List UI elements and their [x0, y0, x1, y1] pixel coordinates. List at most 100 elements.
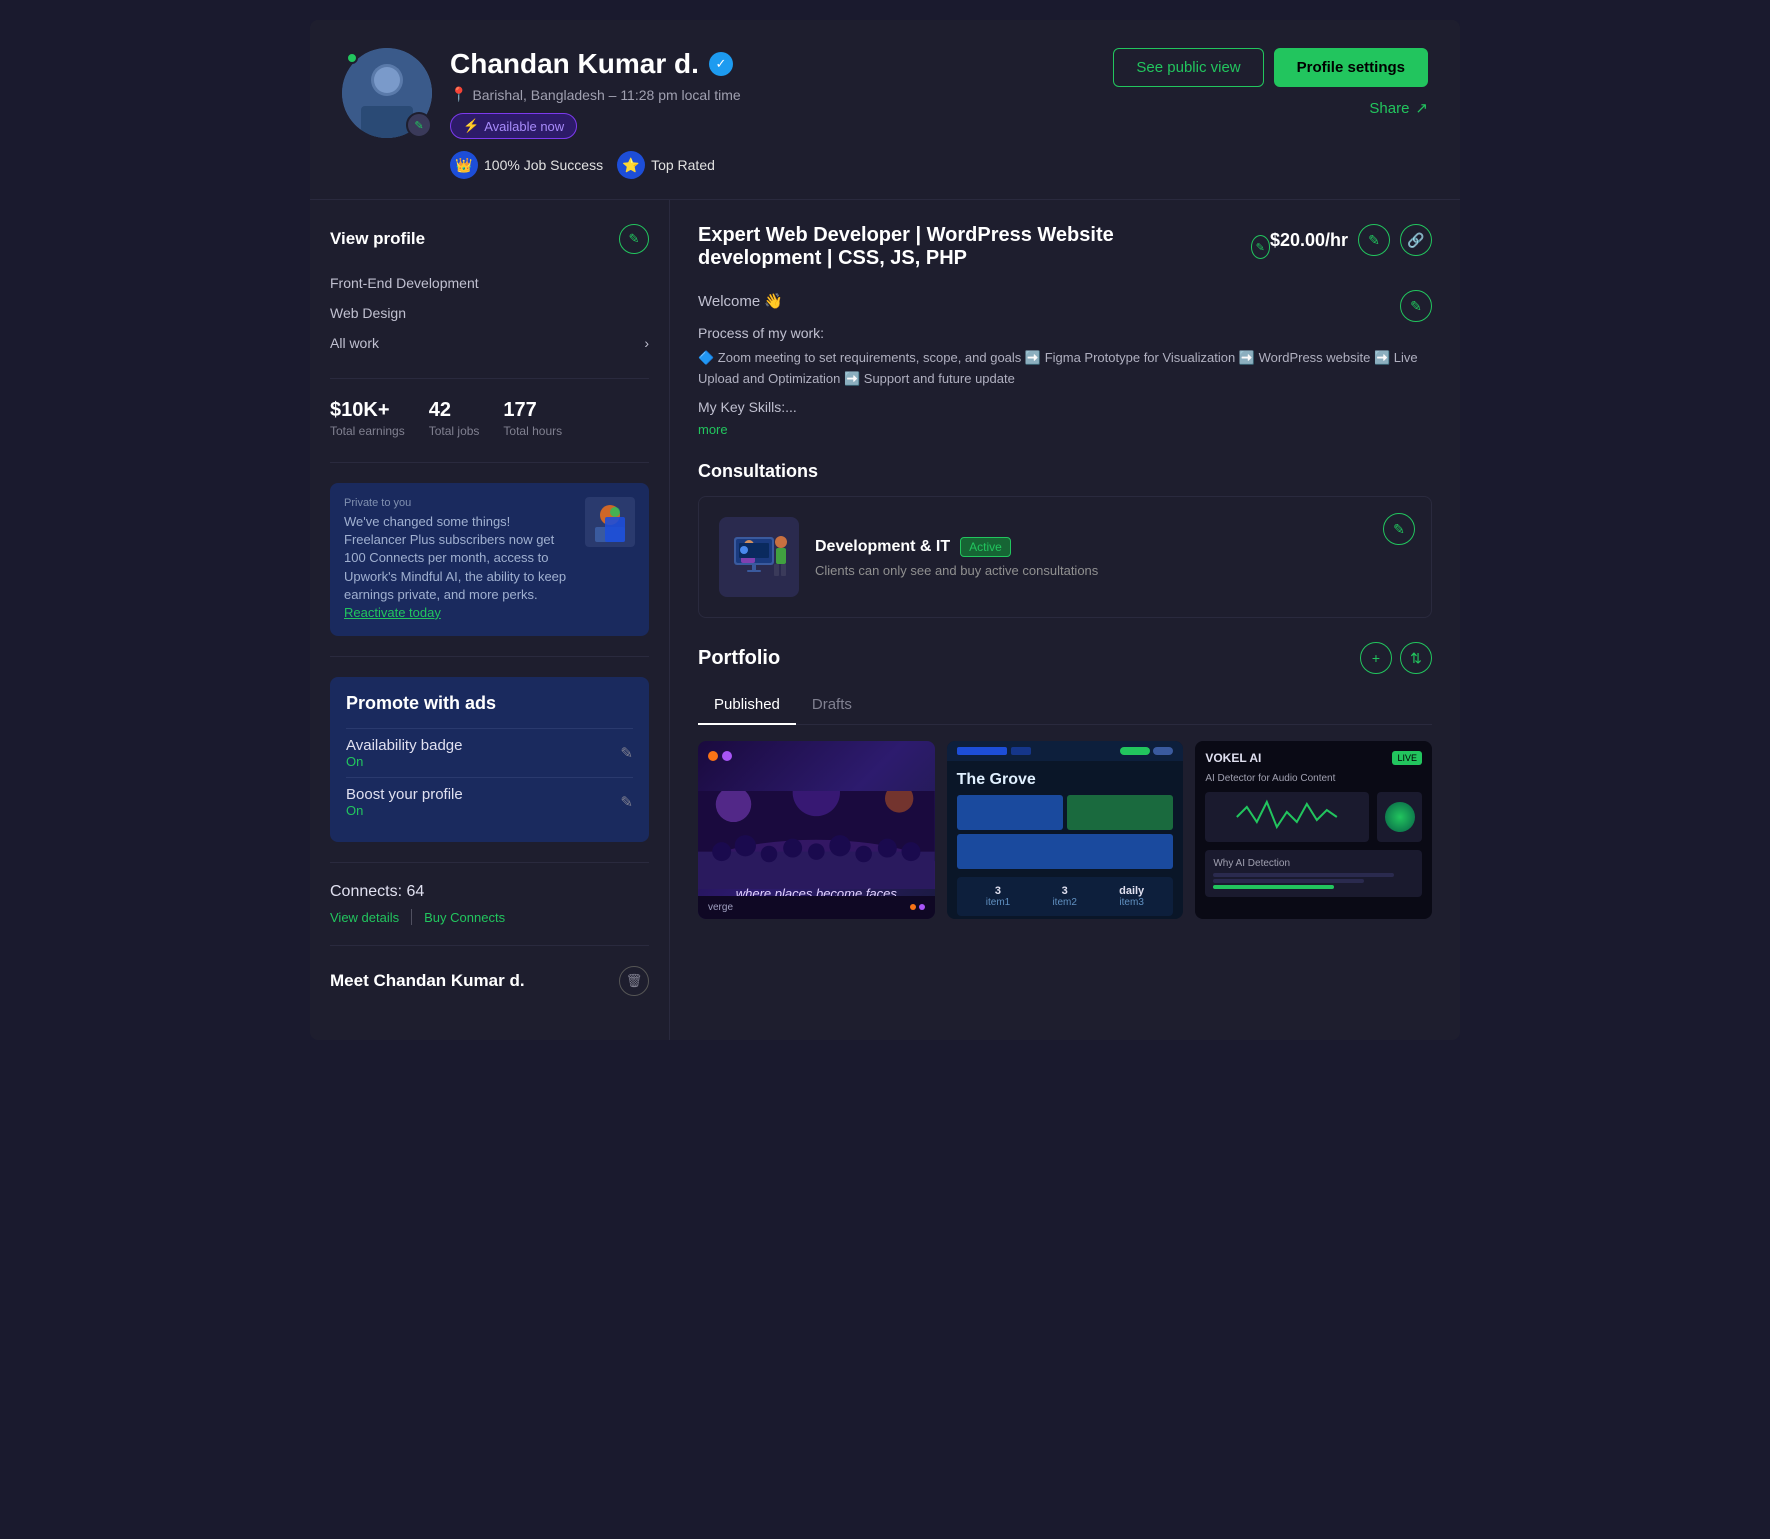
buy-connects-link[interactable]: Buy Connects — [424, 910, 505, 925]
portfolio-item-2[interactable]: The Grove 3item1 3item2 dailyitem — [947, 741, 1184, 919]
verge-url: verge — [708, 902, 733, 913]
bio-text: Welcome 👋 Process of my work: 🔷 Zoom mee… — [698, 290, 1432, 441]
sort-portfolio-button[interactable]: ⇅ — [1400, 642, 1432, 674]
portfolio-grid: where places become faces verge — [698, 741, 1432, 919]
edit-availability-badge-button[interactable]: ✎ — [620, 744, 633, 762]
vokel-bar-2 — [1213, 879, 1364, 883]
title-left: Expert Web Developer | WordPress Website… — [698, 224, 1270, 270]
bio-steps: 🔷 Zoom meeting to set requirements, scop… — [698, 348, 1432, 390]
portfolio-item-1[interactable]: where places become faces verge — [698, 741, 935, 918]
view-profile-title: View profile — [330, 229, 425, 249]
page-wrapper: ✎ Chandan Kumar d. ✓ 📍 Barishal, Banglad… — [310, 20, 1460, 1040]
purple-dot — [722, 751, 732, 761]
verified-badge: ✓ — [709, 52, 733, 76]
portfolio-tabs: Published Drafts — [698, 688, 1432, 725]
connects-count: Connects: 64 — [330, 883, 649, 901]
vokel-title: VOKEL AI — [1205, 751, 1261, 765]
jobs-label: Total jobs — [429, 424, 480, 438]
location-pin-icon: 📍 — [450, 86, 467, 103]
verge-dots — [910, 904, 925, 910]
copy-link-button[interactable]: 🔗 — [1400, 224, 1432, 256]
consultation-name-row: Development & IT Active — [815, 537, 1411, 557]
connects-divider — [411, 909, 412, 925]
portfolio-item-2-content: The Grove 3item1 3item2 dailyitem — [947, 761, 1184, 919]
vokel-bar-1 — [1213, 873, 1394, 877]
edit-rate-button[interactable]: ✎ — [1358, 224, 1390, 256]
title-right: $20.00/hr ✎ 🔗 — [1270, 224, 1432, 256]
private-notice-card: Private to you We've changed some things… — [330, 483, 649, 636]
share-button[interactable]: Share ↗ — [1369, 99, 1428, 117]
vokel-waveform — [1205, 792, 1369, 842]
top-rated-text: Top Rated — [651, 157, 715, 173]
edit-consultation-button[interactable]: ✎ — [1383, 513, 1415, 545]
grove-title: The Grove — [957, 771, 1174, 789]
consultation-card: Development & IT Active Clients can only… — [698, 496, 1432, 618]
share-icon: ↗ — [1415, 99, 1428, 117]
tab-published-label: Published — [714, 696, 780, 713]
vokel-why-bars — [1213, 873, 1414, 889]
connects-links: View details Buy Connects — [330, 909, 649, 925]
view-profile-header: View profile ✎ — [330, 224, 649, 254]
edit-boost-profile-button[interactable]: ✎ — [620, 793, 633, 811]
portfolio-item-3[interactable]: VOKEL AI LIVE AI Detector for Audio Cont… — [1195, 741, 1432, 919]
jobs-stat: 42 Total jobs — [429, 399, 480, 438]
earnings-label: Total earnings — [330, 424, 405, 438]
badges-row: 👑 100% Job Success ⭐ Top Rated — [450, 151, 741, 179]
edit-bio-button[interactable]: ✎ — [1400, 290, 1432, 322]
profile-title: Expert Web Developer | WordPress Website… — [698, 224, 1270, 270]
tab-published[interactable]: Published — [698, 688, 796, 725]
vokel-why-label: Why AI Detection — [1213, 858, 1414, 869]
profile-link-frontend[interactable]: Front-End Development — [330, 268, 649, 298]
private-body: We've changed some things! Freelancer Pl… — [344, 513, 575, 622]
crown-icon: 👑 — [450, 151, 478, 179]
top-rated-badge: ⭐ Top Rated — [617, 151, 715, 179]
promote-section: Promote with ads Availability badge On ✎… — [330, 677, 649, 863]
edit-profile-button[interactable]: ✎ — [619, 224, 649, 254]
earnings-stat: $10K+ Total earnings — [330, 399, 405, 438]
availability-badge-label: Availability badge — [346, 737, 462, 754]
promote-card: Promote with ads Availability badge On ✎… — [330, 677, 649, 842]
bio-section: ✎ Welcome 👋 Process of my work: 🔷 Zoom m… — [698, 290, 1432, 441]
sidebar: View profile ✎ Front-End Development Web… — [310, 200, 670, 1040]
jobs-value: 42 — [429, 399, 480, 422]
boost-profile-info: Boost your profile On — [346, 786, 463, 818]
vokel-ui-row — [1205, 792, 1422, 842]
consultation-info: Development & IT Active Clients can only… — [815, 537, 1411, 578]
job-success-badge: 👑 100% Job Success — [450, 151, 603, 179]
tab-drafts[interactable]: Drafts — [796, 688, 868, 725]
grove-stat-3: dailyitem3 — [1119, 885, 1144, 908]
all-work-link[interactable]: All work › — [330, 328, 649, 358]
chevron-right-icon: › — [644, 335, 649, 351]
bio-welcome: Welcome 👋 — [698, 290, 1432, 314]
delete-meet-button[interactable]: 🗑 — [619, 966, 649, 996]
grove-images — [957, 795, 1174, 869]
portfolio-item-1-dots — [708, 751, 732, 761]
consultation-visual — [719, 517, 799, 597]
location-text: Barishal, Bangladesh – 11:28 pm local ti… — [472, 87, 740, 103]
consultations-title: Consultations — [698, 461, 1432, 482]
vokel-description: AI Detector for Audio Content — [1205, 773, 1422, 784]
profile-header: ✎ Chandan Kumar d. ✓ 📍 Barishal, Banglad… — [310, 20, 1460, 200]
availability-badge[interactable]: ⚡ Available now — [450, 113, 577, 139]
consultation-name: Development & IT — [815, 538, 950, 556]
grove-image-3 — [957, 834, 1174, 869]
hours-stat: 177 Total hours — [503, 399, 562, 438]
profile-link-webdesign[interactable]: Web Design — [330, 298, 649, 328]
portfolio-item-2-header — [947, 741, 1184, 761]
reactivate-link[interactable]: Reactivate today — [344, 605, 441, 620]
stats-section: $10K+ Total earnings 42 Total jobs 177 T… — [330, 399, 649, 463]
header-left: ✎ Chandan Kumar d. ✓ 📍 Barishal, Banglad… — [342, 48, 741, 179]
edit-title-inline-button[interactable]: ✎ — [1251, 235, 1270, 259]
grove-stat-1: 3item1 — [986, 885, 1010, 908]
availability-text: Available now — [484, 119, 564, 134]
add-portfolio-button[interactable]: + — [1360, 642, 1392, 674]
view-details-link[interactable]: View details — [330, 910, 399, 925]
bio-more-link[interactable]: more — [698, 422, 728, 437]
edit-avatar-button[interactable]: ✎ — [406, 112, 432, 138]
share-label: Share — [1369, 100, 1409, 117]
portfolio-item-3-header: VOKEL AI LIVE — [1205, 751, 1422, 765]
see-public-view-button[interactable]: See public view — [1113, 48, 1263, 87]
all-work-label: All work — [330, 335, 379, 351]
profile-settings-button[interactable]: Profile settings — [1274, 48, 1428, 87]
orange-dot — [708, 751, 718, 761]
